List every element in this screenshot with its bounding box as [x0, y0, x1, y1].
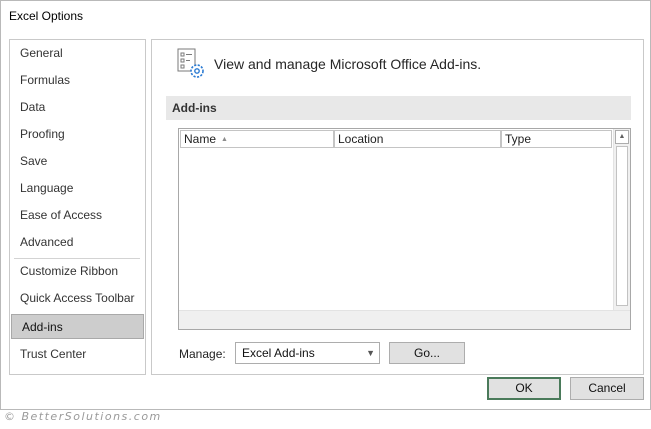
nav-item-data[interactable]: Data [10, 95, 145, 120]
go-button[interactable]: Go... [389, 342, 465, 364]
watermark: © BetterSolutions.com [4, 410, 162, 423]
scroll-up-icon[interactable]: ▲ [615, 130, 629, 144]
nav-item-formulas[interactable]: Formulas [10, 68, 145, 93]
table-body [180, 149, 614, 310]
manage-dropdown[interactable]: Excel Add-ins ▼ [235, 342, 380, 364]
manage-label: Manage: [179, 347, 226, 361]
nav-item-general[interactable]: General [10, 41, 145, 66]
nav-item-ease-of-access[interactable]: Ease of Access [10, 203, 145, 228]
window-title: Excel Options [9, 9, 84, 23]
nav-item-add-ins[interactable]: Add-ins [11, 314, 144, 339]
sort-ascending-icon: ▲ [221, 136, 228, 143]
vertical-scrollbar[interactable]: ▲ [613, 129, 630, 310]
chevron-down-icon: ▼ [366, 348, 375, 358]
nav-item-customize-ribbon[interactable]: Customize Ribbon [10, 259, 145, 284]
cancel-button[interactable]: Cancel [570, 377, 644, 400]
excel-options-dialog: Excel Options General Formulas Data Proo… [0, 0, 651, 410]
column-header-location[interactable]: Location [334, 130, 501, 148]
nav-item-proofing[interactable]: Proofing [10, 122, 145, 147]
scrollbar-thumb[interactable] [616, 146, 628, 306]
column-header-name[interactable]: Name ▲ [180, 130, 334, 148]
panel-heading-text: View and manage Microsoft Office Add-ins… [214, 56, 482, 72]
section-title: Add-ins [172, 101, 217, 115]
nav-item-quick-access-toolbar[interactable]: Quick Access Toolbar [10, 286, 145, 311]
addins-section-bar: Add-ins [166, 96, 631, 120]
column-header-type[interactable]: Type [501, 130, 612, 148]
column-header-name-label: Name [184, 132, 217, 146]
nav-item-trust-center[interactable]: Trust Center [10, 342, 145, 367]
nav-item-language[interactable]: Language [10, 176, 145, 201]
ok-button[interactable]: OK [487, 377, 561, 400]
manage-dropdown-value: Excel Add-ins [242, 346, 315, 360]
nav-item-save[interactable]: Save [10, 149, 145, 174]
options-nav: General Formulas Data Proofing Save Lang… [9, 39, 146, 375]
nav-item-advanced[interactable]: Advanced [10, 230, 145, 255]
panel-heading: View and manage Microsoft Office Add-ins… [176, 48, 481, 80]
addins-gear-icon [176, 47, 206, 82]
addins-panel: View and manage Microsoft Office Add-ins… [151, 39, 644, 375]
horizontal-scrollbar[interactable] [179, 310, 630, 329]
addins-table[interactable]: Name ▲ Location Type ▲ [178, 128, 631, 330]
